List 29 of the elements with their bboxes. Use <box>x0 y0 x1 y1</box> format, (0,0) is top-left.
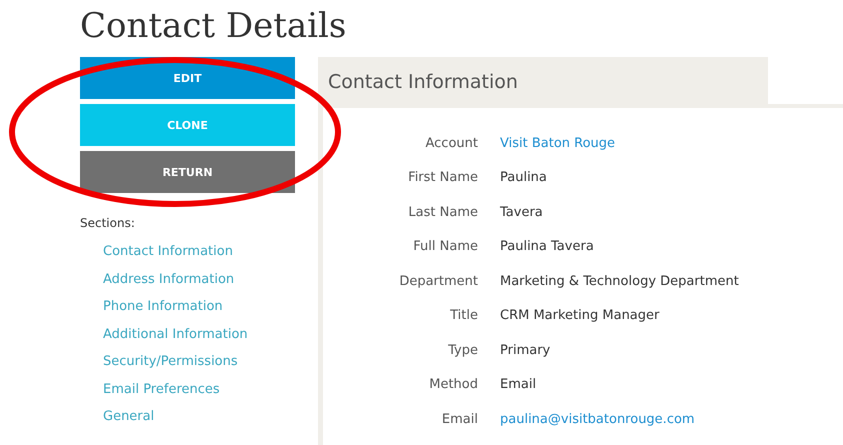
page-title: Contact Details <box>80 6 346 46</box>
field-link[interactable]: paulina@visitbatonrouge.com <box>500 412 695 427</box>
action-button[interactable]: RETURN <box>80 151 295 193</box>
section-link[interactable]: Address Information <box>103 266 234 293</box>
section-link[interactable]: Email Preferences <box>103 376 220 403</box>
field-value: Paulina <box>500 170 547 186</box>
field-value: Email <box>500 377 536 392</box>
field-label: Account <box>424 136 478 151</box>
section-link[interactable]: Phone Information <box>103 293 223 320</box>
field-value: CRM Marketing Manager <box>500 308 660 324</box>
field-label: Full Name <box>412 239 478 254</box>
field-value: Paulina Tavera <box>500 239 594 254</box>
sections-heading: Sections: <box>80 216 135 230</box>
section-link[interactable]: Security/Permissions <box>103 348 238 376</box>
field-link[interactable]: Visit Baton Rouge <box>500 136 616 151</box>
section-link[interactable]: General <box>103 403 154 430</box>
field-value: Marketing & Technology Department <box>500 274 739 289</box>
field-value: Tavera <box>500 204 543 220</box>
field-label: Method <box>428 377 478 392</box>
field-label: First Name <box>407 170 478 186</box>
field-label: Type <box>447 342 478 358</box>
section-link[interactable]: Contact Information <box>103 238 233 266</box>
field-value: Primary <box>500 342 550 358</box>
field-label: Title <box>449 308 478 324</box>
field-label: Email <box>440 412 478 427</box>
field-label: Last Name <box>407 204 478 220</box>
section-link[interactable]: Additional Information <box>103 320 248 348</box>
field-label: Department <box>398 274 478 289</box>
action-button[interactable]: CLONE <box>80 104 295 146</box>
